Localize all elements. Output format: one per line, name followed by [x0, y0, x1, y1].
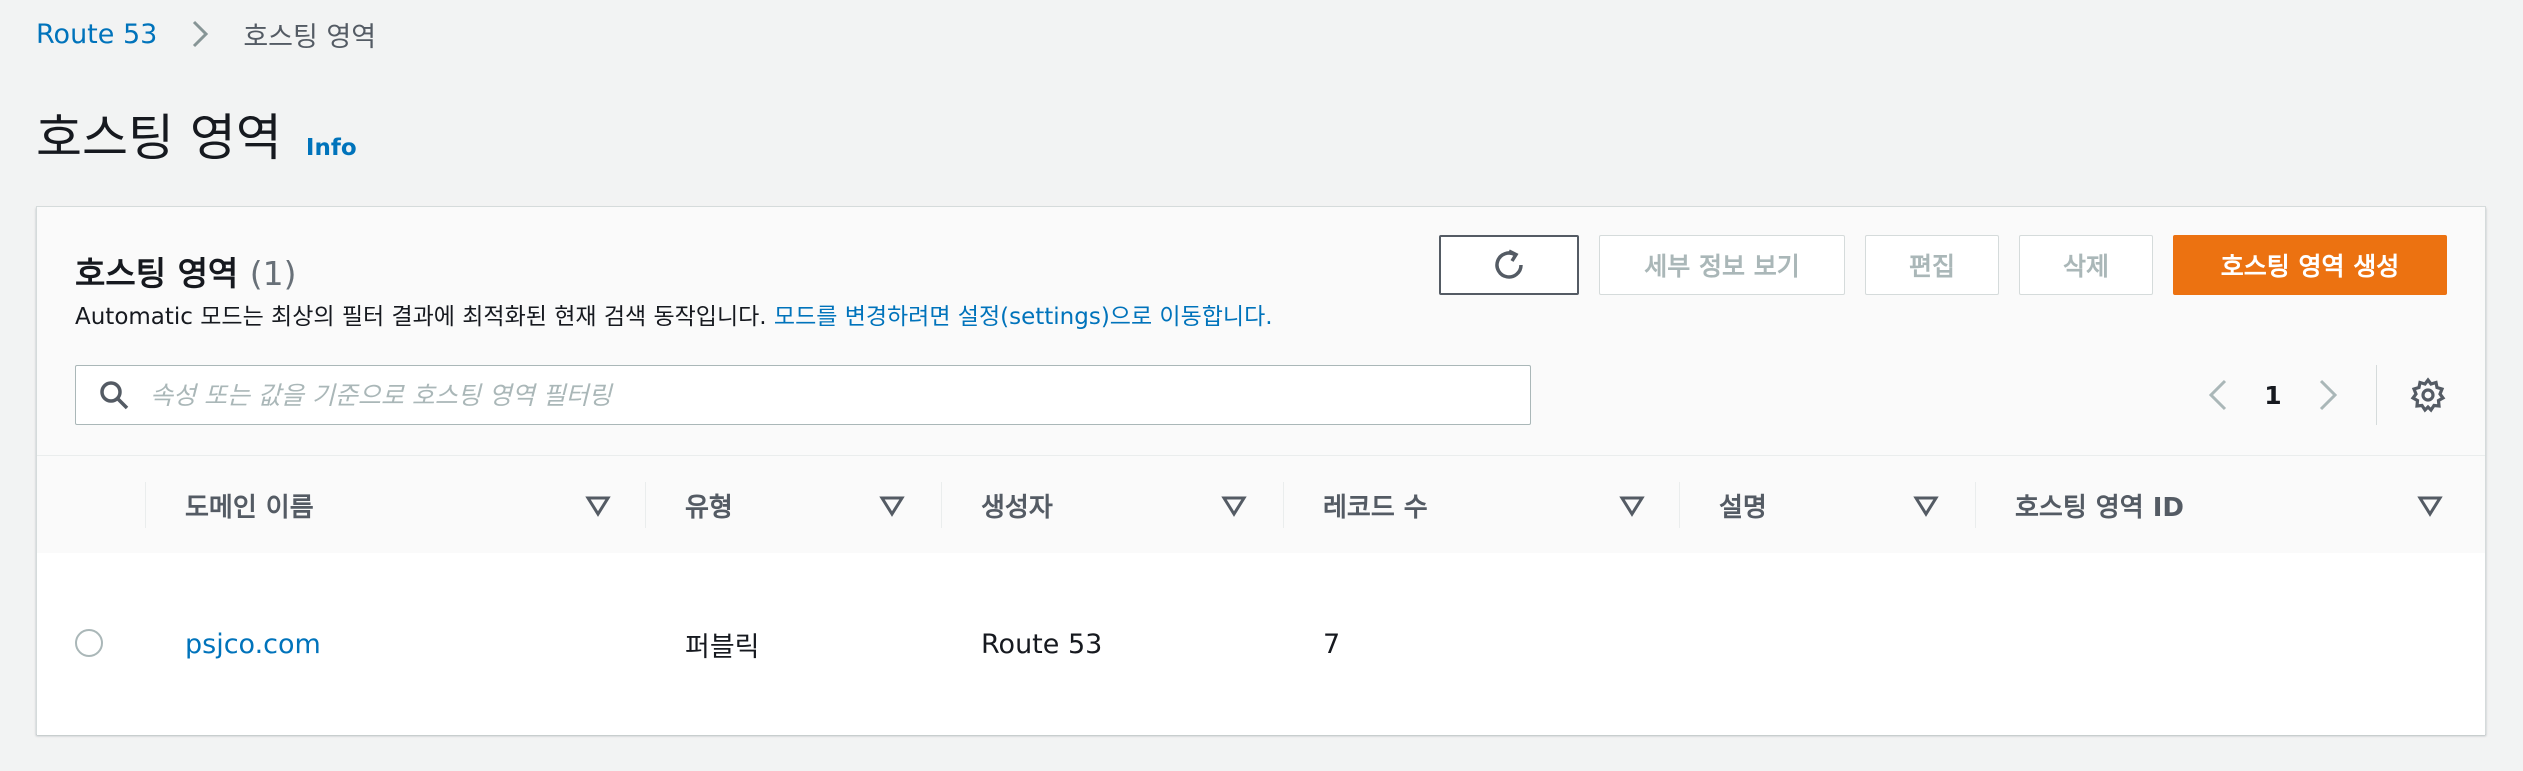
- breadcrumb-route53-link[interactable]: Route 53: [36, 19, 157, 50]
- filter-input[interactable]: [148, 379, 1492, 411]
- sort-icon[interactable]: [877, 490, 907, 520]
- current-page-number[interactable]: 1: [2238, 381, 2308, 410]
- next-page-icon[interactable]: [2308, 367, 2348, 423]
- chevron-right-icon: [179, 14, 221, 54]
- breadcrumb: Route 53 호스팅 영역: [36, 14, 376, 54]
- page-title: 호스팅 영역: [36, 109, 282, 167]
- panel-description-text: Automatic 모드는 최상의 필터 결과에 최적화된 현재 검색 동작입니…: [75, 304, 767, 330]
- page-header: 호스팅 영역 Info: [36, 98, 357, 170]
- sort-icon[interactable]: [1911, 490, 1941, 520]
- panel-description: Automatic 모드는 최상의 필터 결과에 최적화된 현재 검색 동작입니…: [75, 297, 1273, 331]
- info-link[interactable]: Info: [306, 135, 357, 161]
- column-label: 레코드 수: [1323, 492, 1428, 523]
- create-hosted-zone-button[interactable]: 호스팅 영역 생성: [2173, 235, 2447, 295]
- sort-icon[interactable]: [1617, 490, 1647, 520]
- column-header-domain-name[interactable]: 도메인 이름: [145, 456, 645, 554]
- row-select-radio[interactable]: [75, 629, 103, 657]
- pagination-divider: [2376, 365, 2377, 425]
- pagination: 1: [2198, 365, 2449, 425]
- column-label: 생성자: [981, 492, 1053, 523]
- panel-count: (1): [249, 254, 297, 293]
- previous-page-icon[interactable]: [2198, 367, 2238, 423]
- column-label: 유형: [685, 492, 733, 523]
- column-label: 호스팅 영역 ID: [2015, 492, 2184, 523]
- view-details-button[interactable]: 세부 정보 보기: [1599, 235, 1845, 295]
- panel-title: 호스팅 영역 (1): [75, 247, 297, 295]
- breadcrumb-current: 호스팅 영역: [243, 21, 377, 53]
- action-buttons: 세부 정보 보기 편집 삭제 호스팅 영역 생성: [1419, 235, 2447, 295]
- page: Route 53 호스팅 영역 호스팅 영역 Info 호스팅 영역 (1) A…: [0, 0, 2523, 771]
- gear-icon[interactable]: [2407, 374, 2449, 416]
- column-label: 설명: [1719, 492, 1767, 523]
- panel-title-text: 호스팅 영역: [75, 254, 239, 293]
- cell-created-by: Route 53: [981, 628, 1103, 660]
- refresh-button[interactable]: [1439, 235, 1579, 295]
- cell-domain-name: psjco.com: [185, 553, 321, 735]
- table-body: psjco.com 퍼블릭 Route 53 7: [37, 553, 2485, 735]
- hosted-zones-panel: 호스팅 영역 (1) Automatic 모드는 최상의 필터 결과에 최적화된…: [36, 206, 2486, 735]
- search-icon: [94, 375, 134, 415]
- sort-icon[interactable]: [2415, 490, 2445, 520]
- domain-link[interactable]: psjco.com: [185, 629, 321, 660]
- edit-button[interactable]: 편집: [1865, 235, 1999, 295]
- cell-record-count: 7: [1323, 628, 1341, 660]
- settings-link[interactable]: 모드를 변경하려면 설정(settings)으로 이동합니다.: [774, 304, 1273, 330]
- delete-button[interactable]: 삭제: [2019, 235, 2153, 295]
- refresh-icon: [1495, 249, 1523, 279]
- sort-icon[interactable]: [1219, 490, 1249, 520]
- cell-type: 퍼블릭: [685, 631, 760, 663]
- panel-header: 호스팅 영역 (1) Automatic 모드는 최상의 필터 결과에 최적화된…: [37, 207, 2485, 455]
- filter-search-box[interactable]: [75, 365, 1531, 425]
- column-label: 도메인 이름: [185, 492, 314, 523]
- column-header-hosted-zone-id[interactable]: 호스팅 영역 ID: [1975, 456, 2475, 554]
- sort-icon[interactable]: [583, 490, 613, 520]
- table-header: 도메인 이름 유형 생성자 레코드 수 설명 호스팅 영역 ID: [37, 455, 2485, 555]
